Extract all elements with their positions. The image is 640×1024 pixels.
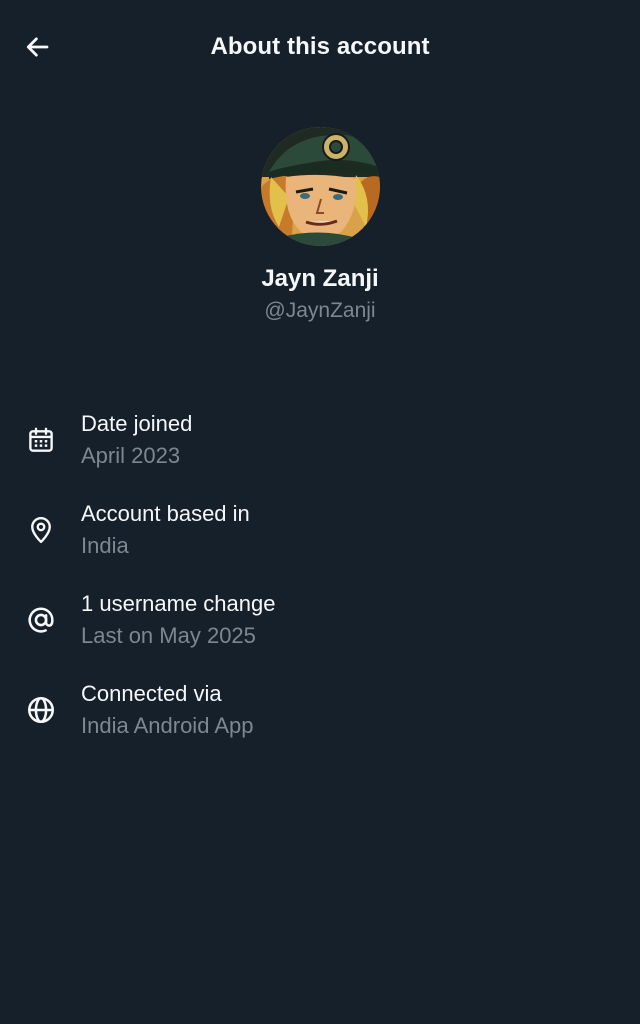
info-title: Account based in [81, 501, 250, 526]
list-item-account-location: Account based in India [0, 497, 640, 587]
list-item-date-joined: Date joined April 2023 [0, 407, 640, 497]
username-handle: @JaynZanji [264, 299, 376, 322]
page-title: About this account [210, 33, 430, 60]
list-item-username-change: 1 username change Last on May 2025 [0, 587, 640, 677]
location-pin-icon [24, 513, 58, 547]
info-subtitle: Last on May 2025 [81, 623, 256, 648]
header: About this account [0, 0, 640, 100]
account-info-list: Date joined April 2023 Account based in … [0, 407, 640, 767]
avatar[interactable] [261, 127, 380, 246]
info-subtitle: India [81, 533, 129, 558]
avatar-image [261, 127, 380, 246]
display-name: Jayn Zanji [261, 265, 379, 292]
info-subtitle: India Android App [81, 713, 254, 738]
at-sign-icon [24, 603, 58, 637]
calendar-icon [24, 423, 58, 457]
info-title: Connected via [81, 681, 222, 706]
about-account-page: About this account Jayn Zanji @JaynZanji… [0, 0, 640, 1024]
info-subtitle: April 2023 [81, 443, 181, 468]
info-title: 1 username change [81, 591, 276, 616]
list-item-connected-via: Connected via India Android App [0, 677, 640, 767]
globe-icon [24, 693, 58, 727]
info-title: Date joined [81, 411, 193, 436]
